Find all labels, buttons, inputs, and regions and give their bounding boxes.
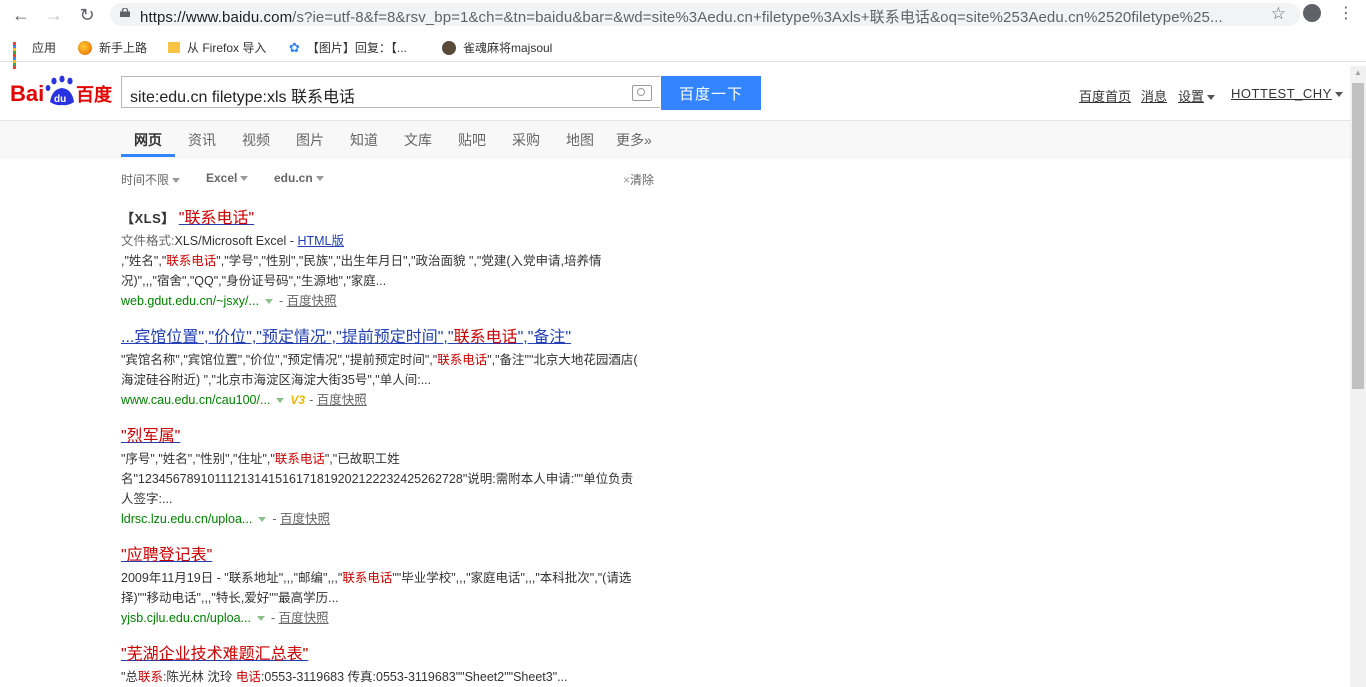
search-result: ...宾馆位置","价位","预定情况","提前预定时间","联系电话","备注… [121, 323, 661, 410]
bookmark-newbie[interactable]: 新手上路 [78, 39, 147, 56]
search-result: "应聘登记表" 2009年11月19日 - "联系地址",,,"邮编",,,"联… [121, 541, 661, 628]
result-snippet: "序号","姓名","性别","住址","联系电话","已故职工姓 [121, 452, 400, 466]
result-url[interactable]: web.gdut.edu.cn/~jsxy/... [121, 294, 259, 308]
search-result: "芜湖企业技术难题汇总表" "总联系:陈光林 沈玲 电话:0553-311968… [121, 640, 661, 687]
settings-link[interactable]: 设置 [1178, 86, 1216, 105]
result-title-link[interactable]: "应聘登记表" [121, 541, 661, 565]
bookmark-firefox-import[interactable]: 从 Firefox 导入 [168, 39, 266, 56]
site-filter[interactable]: edu.cn [274, 171, 324, 185]
url-dropdown-icon[interactable] [256, 616, 265, 622]
result-snippet: 2009年11月19日 - "联系地址",,,"邮编",,,"联系电话""毕业学… [121, 571, 632, 585]
menu-dots-icon[interactable]: ⋮ [1338, 3, 1354, 23]
result-url-line: web.gdut.edu.cn/~jsxy/... - 百度快照 [121, 294, 337, 308]
back-arrow-icon[interactable]: ← [9, 3, 33, 27]
snapshot-link[interactable]: 百度快照 [279, 611, 329, 625]
snapshot-link[interactable]: 百度快照 [287, 294, 337, 308]
v3-badge-icon[interactable]: V3 [290, 393, 305, 407]
reload-icon[interactable]: ↻ [75, 3, 99, 27]
bookmark-tieba[interactable]: ✿ 【图片】回复：【... [289, 39, 407, 56]
firefox-icon [78, 40, 92, 55]
time-filter[interactable]: 时间不限 [121, 171, 181, 188]
clear-filters-button[interactable]: ×清除 [623, 171, 654, 188]
result-snippet-line3: 人签字:... [121, 492, 173, 506]
user-caret-icon [1334, 92, 1343, 98]
url-dropdown-icon[interactable] [276, 398, 285, 404]
result-file-tag: 【XLS】 [121, 211, 175, 226]
majsoul-icon [442, 40, 456, 55]
result-url[interactable]: www.cau.edu.cn/cau100/... [121, 393, 270, 407]
bookmark-majsoul[interactable]: 雀魂麻将majsoul [442, 39, 552, 56]
tab-purchase[interactable]: 采购 [512, 130, 540, 150]
scroll-up-arrow-icon[interactable]: ▲ [1353, 68, 1363, 77]
result-format-line: 文件格式:XLS/Microsoft Excel - HTML版 [121, 234, 344, 248]
search-result: "烈军属" "序号","姓名","性别","住址","联系电话","已故职工姓 … [121, 422, 661, 529]
result-url[interactable]: yjsb.cjlu.edu.cn/uploa... [121, 611, 251, 625]
time-filter-caret-icon [172, 178, 181, 184]
filetype-filter[interactable]: Excel [206, 171, 249, 185]
result-title-link[interactable]: "烈军属" [121, 422, 661, 446]
svg-text:百度: 百度 [76, 84, 113, 106]
camera-icon[interactable] [632, 85, 652, 101]
forward-arrow-icon[interactable]: → [42, 3, 66, 27]
search-result: 【XLS】 "联系电话" 文件格式:XLS/Microsoft Excel - H… [121, 204, 661, 311]
url-dropdown-icon[interactable] [258, 517, 267, 523]
tab-news[interactable]: 资讯 [188, 130, 216, 150]
tab-video[interactable]: 视频 [242, 130, 270, 150]
result-url-line: yjsb.cjlu.edu.cn/uploa... - 百度快照 [121, 611, 329, 625]
tab-map[interactable]: 地图 [566, 130, 594, 150]
search-tabs-bar: 网页 资讯 视频 图片 知道 文库 贴吧 采购 地图 更多» [0, 120, 1350, 159]
result-url-line: ldrsc.lzu.edu.cn/uploa... - 百度快照 [121, 512, 330, 526]
scrollbar-thumb[interactable] [1352, 83, 1364, 389]
url-text[interactable]: https://www.baidu.com/s?ie=utf-8&f=8&rsv… [140, 6, 1230, 27]
snapshot-link[interactable]: 百度快照 [280, 512, 330, 526]
result-snippet: ,"姓名","联系电话","学号","性别","民族","出生年月日","政治面… [121, 254, 602, 268]
result-snippet-line2: 海淀硅谷附近) ","北京市海淀区海淀大街35号","单人间:... [121, 373, 432, 387]
result-title-link[interactable]: 【XLS】 "联系电话" [121, 204, 661, 228]
result-snippet: "宾馆名称","宾馆位置","价位","预定情况","提前预定时间","联系电话… [121, 353, 638, 367]
result-url[interactable]: ldrsc.lzu.edu.cn/uploa... [121, 512, 252, 526]
bookmark-star-icon[interactable]: ☆ [1271, 4, 1286, 24]
close-icon: × [623, 173, 631, 187]
html-version-link[interactable]: HTML版 [297, 234, 344, 248]
tab-tieba[interactable]: 贴吧 [458, 130, 486, 150]
svg-text:Bai: Bai [10, 81, 44, 106]
search-button[interactable]: 百度一下 [661, 76, 761, 110]
baidu-home-link[interactable]: 百度首页 [1079, 86, 1131, 105]
address-bar[interactable]: https://www.baidu.com/s?ie=utf-8&f=8&rsv… [110, 3, 1300, 26]
settings-caret-icon [1207, 95, 1216, 101]
result-title-link[interactable]: ...宾馆位置","价位","预定情况","提前预定时间","联系电话","备注… [121, 323, 661, 347]
result-url-line: www.cau.edu.cn/cau100/... V3- 百度快照 [121, 393, 367, 407]
profile-avatar-icon[interactable] [1303, 4, 1321, 22]
filetype-filter-caret-icon [240, 176, 249, 182]
bookmarks-bar: 应用 新手上路 从 Firefox 导入 ✿ 【图片】回复：【... 雀魂麻将m… [0, 33, 1366, 69]
site-filter-caret-icon [315, 176, 324, 182]
svg-text:du: du [54, 94, 66, 105]
result-title-link[interactable]: "芜湖企业技术难题汇总表" [121, 640, 661, 664]
baidu-paw-icon: ✿ [289, 39, 300, 55]
apps-grid-icon [13, 41, 25, 69]
tab-images[interactable]: 图片 [296, 130, 324, 150]
messages-link[interactable]: 消息 [1141, 86, 1167, 105]
result-snippet: "总联系:陈光林 沈玲 电话:0553-3119683 传真:0553-3119… [121, 670, 568, 684]
baidu-logo[interactable]: Bai du 百度 [10, 72, 114, 112]
result-snippet-line2: 名"12345678910111213141516171819202122232… [121, 472, 634, 486]
user-link[interactable]: HOTTEST_CHY [1231, 86, 1343, 101]
result-snippet-line2: 况)",,,"宿舍","QQ","身份证号码","生源地","家庭... [121, 274, 387, 288]
active-tab-indicator [121, 154, 175, 157]
tab-wenku[interactable]: 文库 [404, 130, 432, 150]
search-input[interactable]: site:edu.cn filetype:xls 联系电话 [130, 83, 355, 107]
tab-more[interactable]: 更多» [616, 130, 652, 150]
folder-icon [168, 42, 180, 53]
url-dropdown-icon[interactable] [264, 299, 273, 305]
lock-icon [120, 8, 130, 17]
search-box[interactable]: site:edu.cn filetype:xls 联系电话 [121, 76, 660, 108]
browser-toolbar: ← → ↻ https://www.baidu.com/s?ie=utf-8&f… [0, 0, 1366, 30]
bookmark-apps[interactable]: 应用 [13, 39, 56, 69]
tab-web[interactable]: 网页 [134, 130, 162, 150]
snapshot-link[interactable]: 百度快照 [317, 393, 367, 407]
tab-zhidao[interactable]: 知道 [350, 130, 378, 150]
result-snippet-line2: 择)""移动电话",,,"特长,爱好""最高学历... [121, 591, 339, 605]
